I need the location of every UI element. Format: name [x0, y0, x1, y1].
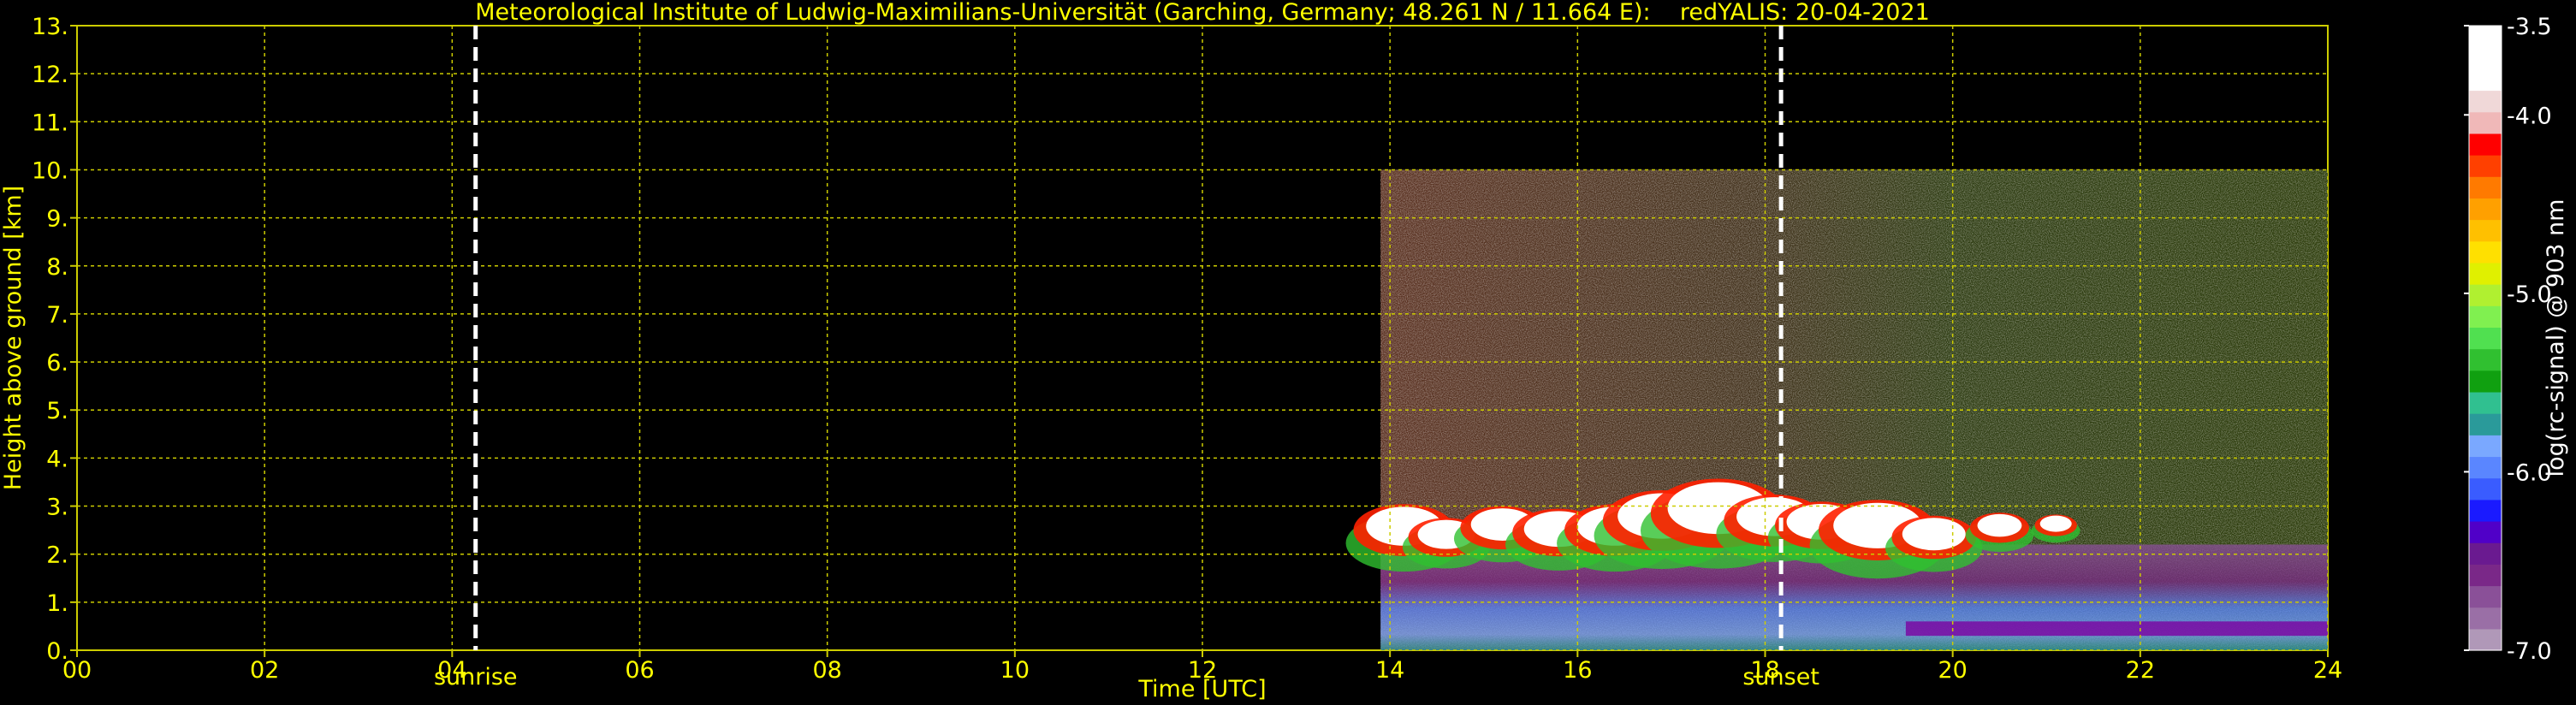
- colorbar-swatch: [2469, 499, 2502, 522]
- colorbar-swatch: [2469, 477, 2502, 501]
- colorbar-tick-label: -7.0: [2507, 638, 2552, 665]
- lidar-chart: sunrise sunset 00 02 04 06 08 10 12 14 16 18 20 22 24…: [0, 0, 2569, 702]
- colorbar-swatch: [2469, 305, 2502, 329]
- y-tick-label: 12.: [32, 62, 68, 88]
- y-tick-label: 1.: [46, 590, 68, 617]
- cloud-top: [2039, 515, 2072, 532]
- chart-title: Meteorological Institute of Ludwig-Maxim…: [475, 0, 1930, 26]
- colorbar-swatch: [2469, 370, 2502, 393]
- colorbar-tick-label: -3.5: [2507, 14, 2552, 40]
- colorbar-swatch: [2469, 68, 2502, 92]
- colorbar-swatch: [2469, 47, 2502, 69]
- x-tick-label: 18: [1750, 657, 1779, 684]
- y-tick-label: 0.: [46, 638, 68, 665]
- colorbar-swatch: [2469, 327, 2502, 350]
- colorbar: -3.5-4.0-5.0-6.0-7.0: [2464, 14, 2552, 665]
- colorbar-label: log(rc-signal) @ 903 nm: [2543, 199, 2569, 477]
- x-tick-label: 04: [437, 657, 466, 684]
- x-tick-label: 20: [1938, 657, 1967, 684]
- colorbar-swatch: [2469, 284, 2502, 306]
- y-tick-label: 3.: [46, 495, 68, 521]
- colorbar-swatch: [2469, 176, 2502, 198]
- x-axis-label: Time [UTC]: [1137, 676, 1266, 702]
- colorbar-swatch: [2469, 585, 2502, 608]
- colorbar-swatch: [2469, 240, 2502, 264]
- colorbar-swatch: [2469, 413, 2502, 435]
- y-tick-label: 6.: [46, 350, 68, 376]
- y-tick-label: 8.: [46, 254, 68, 281]
- colorbar-swatch: [2469, 219, 2502, 242]
- x-tick-label: 16: [1563, 657, 1592, 684]
- y-tick-label: 2.: [46, 542, 68, 569]
- x-tick-label: 22: [2126, 657, 2155, 684]
- colorbar-tick-label: -4.0: [2507, 103, 2552, 129]
- y-tick-label: 10.: [32, 157, 68, 184]
- colorbar-swatch: [2469, 628, 2502, 651]
- colorbar-swatch: [2469, 520, 2502, 543]
- night-aerosol-layer: [1905, 621, 2328, 637]
- colorbar-swatch: [2469, 391, 2502, 414]
- colorbar-swatch: [2469, 542, 2502, 565]
- y-tick-label: 11.: [32, 110, 68, 136]
- colorbar-swatch: [2469, 564, 2502, 587]
- colorbar-swatch: [2469, 26, 2502, 48]
- x-tick-label: 10: [1000, 657, 1030, 684]
- y-tick-label: 4.: [46, 446, 68, 472]
- x-tick-label: 02: [250, 657, 279, 684]
- cloud-top: [1902, 518, 1966, 551]
- cloud-top: [1977, 513, 2022, 537]
- y-tick-label: 13.: [32, 14, 68, 40]
- x-tick-label: 24: [2313, 657, 2342, 684]
- x-tick-label: 08: [812, 657, 841, 684]
- y-axis: 0. 1. 2. 3. 4. 5. 6. 7. 8. 9. 10. 11. 12. 13.: [32, 14, 77, 665]
- colorbar-swatch: [2469, 607, 2502, 630]
- x-tick-label: 06: [625, 657, 654, 684]
- colorbar-swatch: [2469, 435, 2502, 458]
- y-tick-label: 7.: [46, 302, 68, 329]
- colorbar-swatch: [2469, 456, 2502, 479]
- y-tick-label: 9.: [46, 206, 68, 233]
- colorbar-swatch: [2469, 111, 2502, 134]
- colorbar-swatch: [2469, 262, 2502, 285]
- colorbar-swatch: [2469, 348, 2502, 371]
- colorbar-swatch: [2469, 133, 2502, 156]
- y-axis-label: Height above ground [km]: [0, 186, 27, 490]
- y-tick-label: 5.: [46, 398, 68, 424]
- colorbar-swatch: [2469, 198, 2502, 221]
- x-tick-label: 14: [1375, 657, 1404, 684]
- colorbar-swatch: [2469, 90, 2502, 113]
- colorbar-swatch: [2469, 155, 2502, 177]
